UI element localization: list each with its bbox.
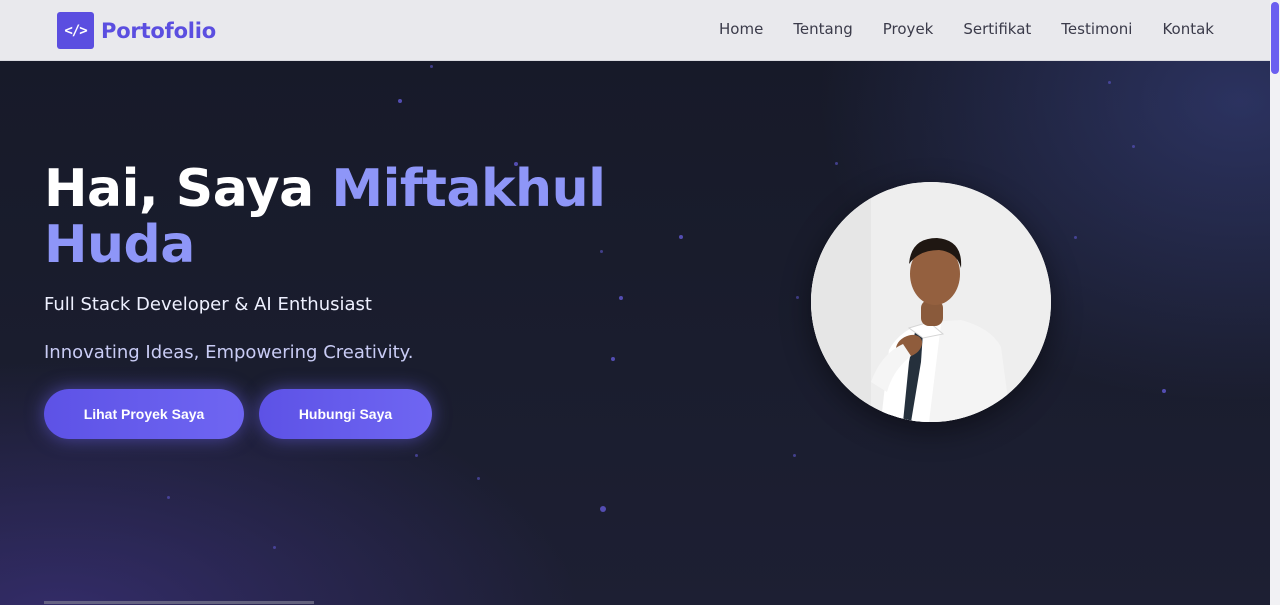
scroll-indicator (44, 601, 314, 604)
nav-kontak[interactable]: Kontak (1162, 20, 1214, 38)
decor-dot (1162, 389, 1166, 393)
decor-dot (398, 99, 402, 103)
nav-sertifikat[interactable]: Sertifikat (963, 20, 1031, 38)
brand-name: Portofolio (101, 18, 217, 43)
decor-dot (1132, 145, 1135, 148)
decor-dot (1074, 236, 1077, 239)
decor-dot (611, 357, 615, 361)
contact-button[interactable]: Hubungi Saya (259, 389, 432, 439)
decor-dot (415, 454, 418, 457)
hero-greeting: Hai, Saya (44, 159, 314, 219)
hero-name-last: Huda (44, 215, 195, 275)
profile-photo-illustration (811, 182, 1051, 422)
view-projects-button[interactable]: Lihat Proyek Saya (44, 389, 244, 439)
decor-dot (619, 296, 623, 300)
code-icon: </> (57, 12, 94, 49)
nav-testimoni[interactable]: Testimoni (1061, 20, 1132, 38)
profile-photo (811, 182, 1051, 422)
hero-name-first: Miftakhul (331, 159, 606, 219)
hero-section: Hai, Saya Miftakhul Huda Full Stack Deve… (0, 61, 1270, 605)
decor-dot (796, 296, 799, 299)
nav-tentang[interactable]: Tentang (793, 20, 852, 38)
navbar: </> Portofolio Home Tentang Proyek Serti… (0, 0, 1270, 61)
decor-dot (167, 496, 170, 499)
hero-subtitle: Full Stack Developer & AI Enthusiast (44, 294, 372, 315)
decor-dot (835, 162, 838, 165)
decor-dot (793, 454, 796, 457)
hero-tagline: Innovating Ideas, Empowering Creativity. (44, 342, 414, 363)
nav-links: Home Tentang Proyek Sertifikat Testimoni… (719, 20, 1214, 38)
decor-dot (600, 506, 606, 512)
decor-dot (477, 477, 480, 480)
brand-logo[interactable]: </> Portofolio (57, 12, 216, 49)
scrollbar-thumb[interactable] (1271, 2, 1279, 74)
decor-dot (430, 65, 433, 68)
page-scrollbar[interactable] (1270, 0, 1280, 605)
decor-dot (273, 546, 276, 549)
nav-proyek[interactable]: Proyek (883, 20, 934, 38)
nav-home[interactable]: Home (719, 20, 763, 38)
hero-title: Hai, Saya Miftakhul Huda (44, 161, 684, 273)
decor-dot (1108, 81, 1111, 84)
